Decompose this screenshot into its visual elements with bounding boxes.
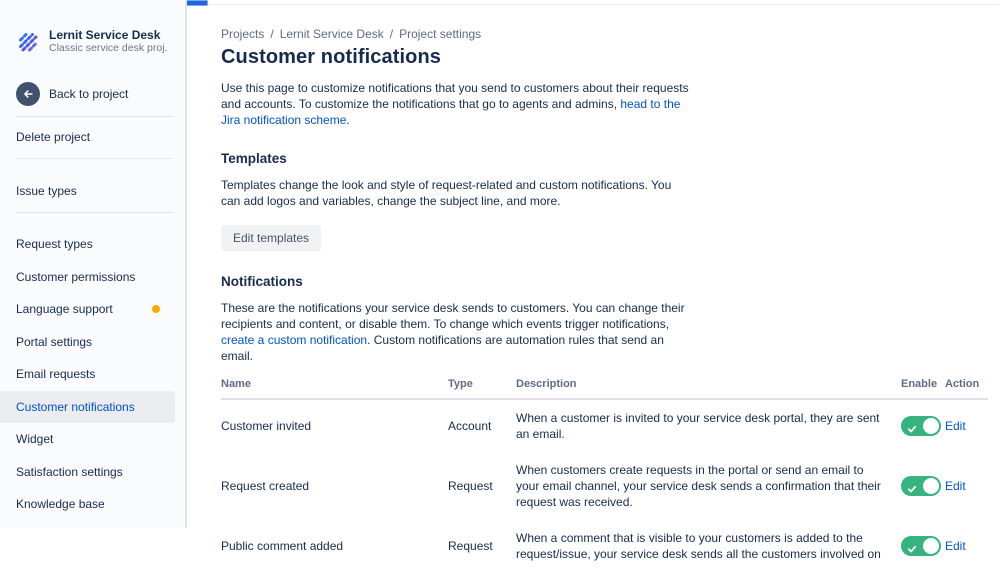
sidebar-item-email-requests[interactable]: Email requests xyxy=(0,358,175,391)
notification-description: When customers create requests in the po… xyxy=(516,463,881,509)
sidebar-item-portal-settings[interactable]: Portal settings xyxy=(0,326,175,359)
project-subtitle: Classic service desk proj... xyxy=(49,42,167,54)
notification-type: Request xyxy=(448,539,493,553)
notification-type: Request xyxy=(448,479,493,493)
column-header-type: Type xyxy=(448,378,473,390)
back-arrow-icon xyxy=(16,82,40,106)
notification-name: Customer invited xyxy=(221,419,312,433)
toggle-knob xyxy=(923,478,939,494)
breadcrumb-projects[interactable]: Projects xyxy=(221,27,264,41)
column-header-action: Action xyxy=(945,378,980,390)
notification-type: Account xyxy=(448,419,492,433)
sidebar-divider xyxy=(16,212,173,213)
back-to-project-button[interactable]: Back to project xyxy=(16,82,169,106)
sidebar-item-request-types[interactable]: Request types xyxy=(0,228,175,261)
enable-toggle-on[interactable] xyxy=(901,476,941,496)
breadcrumb-project-name[interactable]: Lernit Service Desk xyxy=(280,27,384,41)
main-content: Projects / Lernit Service Desk / Project set… xyxy=(187,0,999,561)
column-header-enable: Enable xyxy=(901,378,938,390)
notifications-table: Name Type Description Enable Action Cust… xyxy=(221,378,988,572)
templates-paragraph: Templates change the look and style of r… xyxy=(221,178,672,208)
notifications-text: These are the notifications your service… xyxy=(221,301,685,331)
check-icon xyxy=(907,541,917,559)
column-header-name: Name xyxy=(221,378,251,390)
sidebar-item-language-support[interactable]: Language support xyxy=(0,293,175,326)
enable-toggle-on[interactable] xyxy=(901,416,941,436)
notifications-heading: Notifications xyxy=(221,274,303,289)
intro-paragraph: Use this page to customize notifications… xyxy=(221,80,693,128)
notifications-paragraph: These are the notifications your service… xyxy=(221,300,693,364)
toggle-knob xyxy=(923,538,939,554)
sidebar-item-customer-notifications[interactable]: Customer notifications xyxy=(0,390,175,423)
sidebar-nav-list: Request types Customer permissions Langu… xyxy=(0,228,185,521)
intro-text: Use this page to customize notifications… xyxy=(221,81,689,111)
back-to-project-label: Back to project xyxy=(49,87,129,101)
project-title-block: Lernit Service Desk Classic service desk… xyxy=(49,28,167,55)
project-settings-sidebar: Lernit Service Desk Classic service desk… xyxy=(0,0,187,528)
breadcrumb-separator: / xyxy=(270,27,274,41)
templates-heading: Templates xyxy=(221,151,287,166)
sidebar-item-label: Email requests xyxy=(16,367,96,382)
sidebar-item-label: Language support xyxy=(16,302,113,317)
breadcrumb-project-settings[interactable]: Project settings xyxy=(399,27,481,41)
table-row-request-created: Request created Request When customers c… xyxy=(221,452,988,520)
edit-notification-link[interactable]: Edit xyxy=(945,479,988,493)
sidebar-item-satisfaction-settings[interactable]: Satisfaction settings xyxy=(0,456,175,489)
project-header: Lernit Service Desk Classic service desk… xyxy=(16,28,171,55)
page-title: Customer notifications xyxy=(221,46,441,68)
sidebar-item-issue-types[interactable]: Issue types xyxy=(0,171,185,212)
sidebar-item-label: Satisfaction settings xyxy=(16,464,123,479)
sidebar-item-label: Knowledge base xyxy=(16,497,105,512)
notification-description: When a customer is invited to your servi… xyxy=(516,411,880,441)
notification-name: Request created xyxy=(221,479,310,493)
breadcrumb-separator: / xyxy=(389,27,394,41)
attention-badge-dot xyxy=(152,305,160,314)
sidebar-item-label: Customer permissions xyxy=(16,269,136,284)
sidebar-item-label: Request types xyxy=(16,237,93,252)
intro-text-after: . xyxy=(346,113,350,127)
column-header-description: Description xyxy=(516,378,577,390)
table-row-customer-invited: Customer invited Account When a customer… xyxy=(221,400,988,452)
check-icon xyxy=(907,421,917,439)
breadcrumb: Projects / Lernit Service Desk / Project set… xyxy=(221,27,988,42)
sidebar-item-knowledge-base[interactable]: Knowledge base xyxy=(0,488,175,521)
table-header-row: Name Type Description Enable Action xyxy=(221,378,988,400)
sidebar-item-label: Widget xyxy=(16,432,54,447)
sidebar-item-delete-project[interactable]: Delete project xyxy=(0,117,185,158)
create-custom-notification-link[interactable]: create a custom notification xyxy=(221,333,367,347)
sidebar-item-widget[interactable]: Widget xyxy=(0,423,175,456)
enable-toggle-on[interactable] xyxy=(901,536,941,556)
project-avatar-icon xyxy=(19,32,38,51)
edit-notification-link[interactable]: Edit xyxy=(945,419,988,433)
sidebar-item-label: Portal settings xyxy=(16,334,93,349)
project-name: Lernit Service Desk xyxy=(49,28,161,42)
edit-templates-button[interactable]: Edit templates xyxy=(221,225,322,251)
check-icon xyxy=(907,481,917,499)
sidebar-item-label: Customer notifications xyxy=(16,399,135,414)
sidebar-item-customer-permissions[interactable]: Customer permissions xyxy=(0,261,175,294)
edit-notification-link[interactable]: Edit xyxy=(945,539,988,553)
toggle-knob xyxy=(923,418,939,434)
notification-name: Public comment added xyxy=(221,539,344,553)
notification-description: When a comment that is visible to your c… xyxy=(516,531,881,561)
